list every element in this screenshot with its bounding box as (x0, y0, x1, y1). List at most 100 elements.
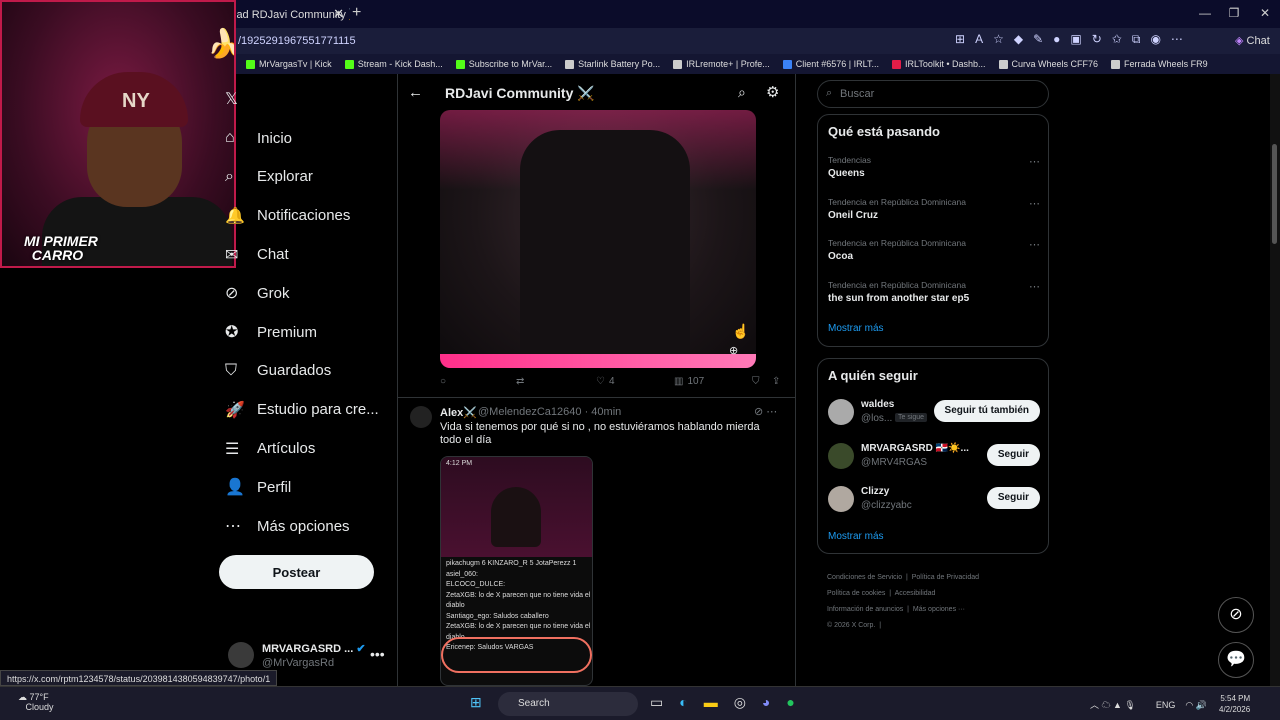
discord-icon[interactable]: ◕ (762, 694, 770, 711)
follow-name[interactable]: MRVARGASRD 🇩🇴☀️... (861, 443, 969, 454)
bookmark-item[interactable]: Stream - Kick Dash... (344, 59, 443, 69)
account-more-icon[interactable]: ••• (370, 646, 385, 662)
share-icon[interactable]: ⇪ (772, 376, 780, 387)
task-view-icon[interactable]: ▭ (650, 694, 663, 711)
trend-more-icon[interactable]: ⋯ (1029, 280, 1040, 293)
bookmark-item[interactable]: Subscribe to MrVar... (455, 59, 552, 69)
follow-name[interactable]: Clizzy (861, 486, 889, 497)
close-window-icon[interactable]: ✕ (1250, 6, 1280, 20)
folder-icon[interactable]: ▬ (704, 694, 718, 711)
gear-icon[interactable]: ⚙ (766, 83, 779, 101)
extension-icon[interactable]: ▣ (1070, 32, 1081, 50)
avatar[interactable] (828, 486, 854, 512)
bookmark-item[interactable]: Curva Wheels CFF76 (998, 59, 1098, 69)
system-tray[interactable]: ︿ ☁ ▲ 🎙 ENG ◠ 🔊 (1090, 698, 1207, 711)
bookmark-item[interactable]: Ferrada Wheels FR9 (1111, 59, 1208, 69)
retweet-icon[interactable]: ⇄ (516, 376, 524, 387)
footer-link[interactable]: Condiciones de Servicio (827, 574, 902, 581)
footer-link[interactable]: Información de anuncios (827, 606, 903, 613)
refresh-extension-icon[interactable]: ↻ (1092, 32, 1102, 50)
sidebar-item-notificaciones[interactable]: 🔔 Notificaciones (225, 196, 395, 235)
sidebar-item-premium[interactable]: ✪ Premium (225, 313, 395, 352)
tweet-video[interactable] (440, 110, 756, 368)
views-button[interactable]: ▥ 107 (674, 376, 704, 387)
edge-icon[interactable]: ◐ (679, 694, 687, 711)
search-icon[interactable]: ⌕ (738, 84, 746, 101)
favorite-star-icon[interactable]: ☆ (993, 32, 1004, 50)
sidebar-item-guardados[interactable]: ⛉ Guardados (225, 352, 395, 391)
account-switcher[interactable]: MRVARGASRD ... ✔ @MrVargasRd ••• (228, 640, 388, 674)
sidebar-item-home-logo[interactable]: 𝕏 (225, 80, 395, 119)
footer-link[interactable]: Política de Privacidad (912, 574, 979, 581)
apps-icon[interactable]: ⊞ (955, 32, 965, 50)
trend-more-icon[interactable]: ⋯ (1029, 238, 1040, 251)
obs-icon[interactable]: ◎ (734, 694, 746, 711)
new-tab-button[interactable]: + (352, 4, 361, 22)
post-button[interactable]: Postear (219, 555, 374, 589)
extension-icon[interactable]: ✎ (1033, 32, 1043, 50)
browser-tab[interactable]: lad RDJavi Community ⚔️ ✕ (230, 2, 350, 26)
follow-suggestion[interactable]: Clizzy @clizzyabc Seguir (828, 484, 1040, 516)
sidebar-item-grok[interactable]: ⊘ Grok (225, 274, 395, 313)
follow-button[interactable]: Seguir (986, 443, 1040, 466)
bookmark-item[interactable]: Client #6576 | IRLT... (782, 59, 879, 69)
tweet-author-name[interactable]: Alex⚔️ (440, 406, 477, 419)
sidebar-item-estudio-para-cre-[interactable]: 🚀 Estudio para cre... (225, 390, 395, 429)
messages-fab-icon[interactable]: 💬 (1218, 642, 1254, 678)
follow-button[interactable]: Seguir (986, 487, 1040, 509)
avatar[interactable] (828, 399, 854, 425)
sidebar-item-explorar[interactable]: ⌕ Explorar (225, 158, 395, 197)
tweet-more-icons[interactable]: ⊘ ⋯ (754, 405, 777, 418)
extension-icon[interactable]: ◆ (1014, 32, 1023, 50)
close-tab-icon[interactable]: ✕ (333, 6, 344, 22)
like-button[interactable]: ♡ 4 (596, 376, 615, 387)
footer-link[interactable]: © 2026 X Corp. (827, 622, 875, 629)
media-badge-icon[interactable]: ⊕ (729, 344, 738, 357)
follow-button[interactable]: Seguir tú también (933, 400, 1040, 422)
taskbar-search[interactable]: Search (498, 692, 638, 716)
show-more-follow-link[interactable]: Mostrar más (828, 531, 884, 542)
profile-avatar-icon[interactable]: ◉ (1150, 32, 1160, 50)
sidebar-item-perfil[interactable]: 👤 Perfil (225, 468, 395, 507)
maximize-icon[interactable]: ❐ (1219, 6, 1249, 20)
copilot-chat-button[interactable]: ◈ Chat (1235, 34, 1270, 47)
trend-item[interactable]: Tendencia en República Dominicana Ocoa ⋯ (828, 238, 1040, 262)
bookmark-icon[interactable]: ⛉ (752, 376, 760, 387)
url-field[interactable]: /1925291967551771115 (238, 35, 356, 47)
grok-fab-icon[interactable]: ⊘ (1218, 597, 1254, 633)
show-more-trends-link[interactable]: Mostrar más (828, 323, 884, 334)
bookmark-item[interactable]: Starlink Battery Po... (565, 59, 660, 69)
bookmark-item[interactable]: IRLremote+ | Profe... (673, 59, 770, 69)
trend-item[interactable]: Tendencia en República Dominicana the sun… (828, 280, 1040, 304)
search-input[interactable]: ⌕ Buscar (817, 80, 1049, 108)
avatar[interactable] (828, 442, 854, 469)
extension-icon[interactable]: ● (1053, 32, 1060, 50)
footer-link[interactable]: Política de cookies (827, 590, 885, 597)
read-aloud-icon[interactable]: A (975, 32, 983, 50)
follow-name[interactable]: waldes (861, 399, 894, 410)
follow-suggestion[interactable]: MRVARGASRD 🇩🇴☀️... @MRV4RGAS Seguir (828, 441, 1040, 473)
start-icon[interactable]: ⊞ (470, 694, 482, 711)
clock[interactable]: 5:54 PM 4/2/2026 (1219, 693, 1250, 715)
minimize-icon[interactable]: — (1190, 6, 1220, 20)
bookmark-item[interactable]: IRLToolkit • Dashb... (891, 59, 986, 69)
trend-item[interactable]: Tendencias Queens ⋯ (828, 155, 1040, 179)
reply-icon[interactable]: ○ (440, 376, 446, 387)
scrollbar-thumb[interactable] (1272, 144, 1277, 244)
scrollbar[interactable] (1270, 74, 1280, 686)
bookmark-item[interactable]: MrVargasTv | Kick (246, 59, 332, 69)
sidebar-item-art-culos[interactable]: ☰ Artículos (225, 429, 395, 468)
trend-item[interactable]: Tendencia en República Dominicana Oneil C… (828, 197, 1040, 221)
sidebar-item-chat[interactable]: ✉ Chat (225, 235, 395, 274)
sidebar-item-m-s-opciones[interactable]: ⋯ Más opciones (225, 507, 395, 546)
back-arrow-icon[interactable]: ← (408, 84, 423, 101)
spotify-icon[interactable]: ● (786, 694, 794, 711)
weather-widget[interactable]: ☁ 77°F Cloudy (18, 692, 54, 712)
trend-more-icon[interactable]: ⋯ (1029, 197, 1040, 210)
more-menu-icon[interactable]: ⋯ (1171, 32, 1183, 50)
collections-icon[interactable]: ⧉ (1132, 32, 1141, 50)
follow-suggestion[interactable]: waldes @los... Te sigue Seguir tú también (828, 397, 1040, 429)
tweet-image[interactable]: 4:12 PM pikachugm 6 KINZARO_R 5 JotaPerez… (440, 456, 593, 686)
footer-link[interactable]: Más opciones ··· (913, 606, 965, 613)
avatar[interactable] (410, 406, 432, 428)
